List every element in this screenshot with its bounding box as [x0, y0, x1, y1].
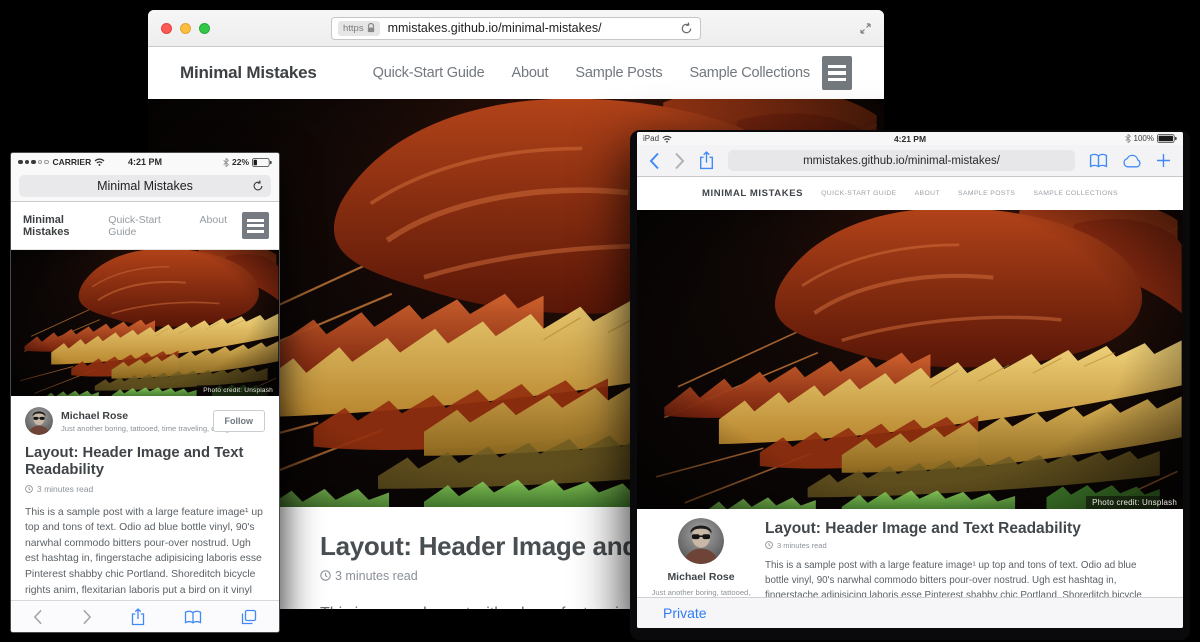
- cloud-icon[interactable]: [1122, 154, 1142, 168]
- nav-quick-start-guide[interactable]: Quick-Start Guide: [821, 190, 897, 197]
- avatar: [678, 518, 724, 564]
- address-bar[interactable]: https mmistakes.github.io/minimal-mistak…: [331, 17, 701, 40]
- feature-image: Photo credit: Unsplash: [637, 210, 1183, 509]
- iphone-status-right: 22%: [223, 157, 272, 167]
- article-title: Layout: Header Image and Text Readabilit…: [25, 445, 255, 480]
- ipad-screen: iPad 4:21 PM 100% mmistakes.github.io/mi…: [637, 132, 1183, 628]
- iphone-safari-toolbar: [11, 600, 279, 632]
- feature-image: Photo credit: Unsplash: [11, 250, 279, 396]
- back-button[interactable]: [649, 152, 660, 170]
- nav-about[interactable]: About: [511, 65, 548, 81]
- avatar: [25, 407, 53, 435]
- nav-about[interactable]: About: [200, 214, 227, 238]
- clock-icon: [25, 485, 33, 493]
- nav-sample-posts[interactable]: Sample Posts: [575, 65, 662, 81]
- desktop-browser-toolbar: https mmistakes.github.io/minimal-mistak…: [148, 10, 884, 47]
- url-text: mmistakes.github.io/minimal-mistakes/: [388, 21, 602, 35]
- article-body: Layout: Header Image and Text Readabilit…: [765, 509, 1183, 599]
- address-bar[interactable]: Minimal Mistakes: [19, 175, 271, 197]
- reload-button[interactable]: [680, 22, 693, 35]
- author-portrait: [678, 518, 724, 564]
- clock-icon: [320, 570, 331, 581]
- battery-icon: [252, 158, 272, 167]
- leaves-photo: [637, 210, 1183, 509]
- window-controls: [161, 10, 210, 46]
- nav-about[interactable]: About: [915, 190, 940, 197]
- author-portrait: [25, 407, 53, 435]
- composition-canvas: https mmistakes.github.io/minimal-mistak…: [0, 0, 1200, 642]
- site-masthead: Minimal Mistakes Quick-Start Guide About…: [637, 177, 1183, 210]
- article-paragraph: This is a sample post with a large featu…: [765, 558, 1145, 599]
- iphone-status-bar: CARRIER 4:21 PM 22%: [11, 153, 279, 171]
- reload-button[interactable]: [252, 180, 264, 192]
- site-title-link[interactable]: Minimal Mistakes: [23, 214, 108, 238]
- private-browsing-bar: Private: [637, 597, 1183, 628]
- page-title: Minimal Mistakes: [97, 179, 193, 193]
- lock-icon: [367, 23, 375, 33]
- leaves-photo: [11, 250, 279, 396]
- nav-sample-collections[interactable]: Sample Collections: [689, 65, 810, 81]
- nav-sample-posts[interactable]: Sample Posts: [958, 190, 1015, 197]
- minimize-window-button[interactable]: [180, 23, 191, 34]
- article-region: Michael Rose Just another boring, tattoo…: [11, 396, 279, 619]
- close-window-button[interactable]: [161, 23, 172, 34]
- site-nav: Quick-Start Guide About Sample Posts Sam…: [373, 65, 810, 81]
- ipad-safari-toolbar: mmistakes.github.io/minimal-mistakes/: [637, 145, 1183, 177]
- site-masthead: Minimal Mistakes Quick-Start Guide About…: [148, 47, 884, 99]
- nav-sample-collections[interactable]: Sample Collections: [1033, 190, 1118, 197]
- read-time: 3 minutes read: [25, 484, 265, 494]
- site-title-link[interactable]: Minimal Mistakes: [702, 188, 803, 199]
- fullscreen-icon[interactable]: [860, 23, 871, 34]
- clock-icon: [765, 541, 773, 549]
- article-title: Layout: Header Image and Text Readabilit…: [765, 520, 1145, 538]
- iphone-device: CARRIER 4:21 PM 22% Minimal Mistakes Min…: [10, 152, 280, 633]
- site-nav: Quick-Start Guide About: [108, 214, 227, 238]
- author-name: Michael Rose: [667, 571, 734, 583]
- follow-button[interactable]: Follow: [213, 410, 266, 432]
- battery-percent: 22%: [232, 157, 249, 167]
- new-tab-plus-icon[interactable]: [1156, 153, 1171, 168]
- forward-button[interactable]: [674, 152, 685, 170]
- ipad-status-right: 100%: [1125, 134, 1177, 143]
- tabs-icon[interactable]: [241, 609, 257, 625]
- iphone-safari-urlbar: Minimal Mistakes: [11, 171, 279, 202]
- site-title-link[interactable]: Minimal Mistakes: [180, 63, 317, 83]
- back-button[interactable]: [33, 609, 43, 625]
- forward-button[interactable]: [82, 609, 92, 625]
- private-label[interactable]: Private: [663, 605, 707, 621]
- nav-quick-start-guide[interactable]: Quick-Start Guide: [108, 214, 184, 238]
- photo-credit-overlay: Photo credit: Unsplash: [1086, 496, 1183, 509]
- nav-quick-start-guide[interactable]: Quick-Start Guide: [373, 65, 485, 81]
- photo-credit-overlay: Photo credit: Unsplash: [197, 385, 279, 396]
- battery-icon: [1157, 134, 1177, 143]
- zoom-window-button[interactable]: [199, 23, 210, 34]
- share-icon[interactable]: [699, 151, 714, 170]
- menu-toggle-button[interactable]: [822, 56, 852, 90]
- address-bar[interactable]: mmistakes.github.io/minimal-mistakes/: [728, 150, 1075, 171]
- reader-book-icon[interactable]: [1089, 153, 1108, 168]
- bookmarks-book-icon[interactable]: [184, 610, 202, 624]
- https-badge: https: [338, 21, 380, 36]
- bluetooth-icon: [1125, 134, 1131, 143]
- menu-toggle-button[interactable]: [242, 212, 269, 239]
- read-time: 3 minutes read: [765, 541, 1145, 550]
- clock: 4:21 PM: [637, 134, 1183, 144]
- site-masthead: Minimal Mistakes Quick-Start Guide About: [11, 202, 279, 250]
- article-region: Michael Rose Just another boring, tattoo…: [637, 509, 1183, 599]
- share-icon[interactable]: [131, 608, 145, 626]
- ipad-status-bar: iPad 4:21 PM 100%: [637, 132, 1183, 145]
- https-label: https: [343, 23, 364, 34]
- author-sidebar: Michael Rose Just another boring, tattoo…: [637, 509, 765, 599]
- ipad-device: iPad 4:21 PM 100% mmistakes.github.io/mi…: [630, 130, 1190, 640]
- battery-percent: 100%: [1134, 134, 1154, 143]
- bluetooth-icon: [223, 158, 229, 167]
